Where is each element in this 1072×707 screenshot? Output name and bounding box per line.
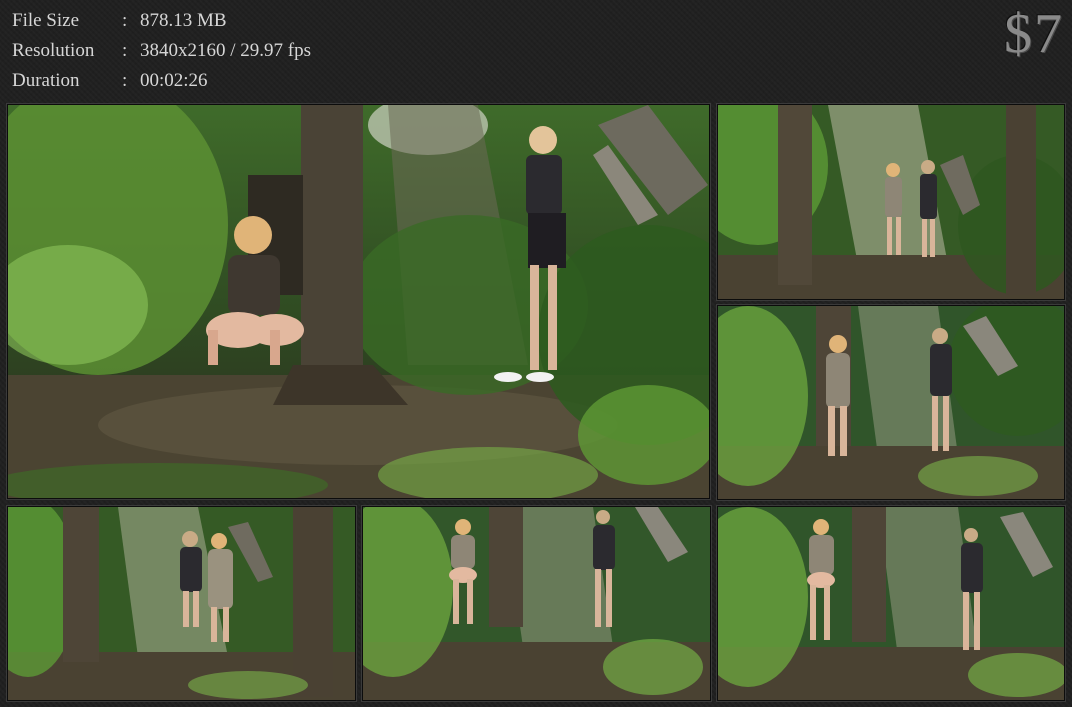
video-thumbnail[interactable] [362,506,711,701]
file-size-label: File Size [12,10,80,31]
forest-scene-image [718,306,1064,499]
file-size-row: File Size:878.13 MB [12,6,311,36]
forest-scene-image [8,507,355,700]
duration-label: Duration [12,70,80,91]
forest-scene-image [8,105,709,498]
resolution-value: 3840x2160 / 29.97 fps [140,40,311,61]
resolution-label: Resolution [12,40,95,61]
video-thumbnail[interactable] [717,506,1065,701]
resolution-row: Resolution:3840x2160 / 29.97 fps [12,36,311,66]
separator: : [122,10,128,31]
video-thumbnail[interactable] [717,305,1065,500]
forest-scene-image [718,507,1064,700]
separator: : [122,70,128,91]
forest-scene-image [718,105,1064,299]
video-thumbnail[interactable] [7,506,356,701]
video-info-panel: File Size:878.13 MB Resolution:3840x2160… [12,6,311,96]
contact-sheet: File Size:878.13 MB Resolution:3840x2160… [0,0,1072,707]
file-size-value: 878.13 MB [140,10,227,31]
duration-value: 00:02:26 [140,70,208,91]
price-tag: $7 [1004,3,1064,65]
separator: : [122,40,128,61]
video-thumbnail[interactable] [717,104,1065,300]
forest-scene-image [363,507,710,700]
video-thumbnail-large[interactable] [7,104,710,499]
duration-row: Duration:00:02:26 [12,66,311,96]
